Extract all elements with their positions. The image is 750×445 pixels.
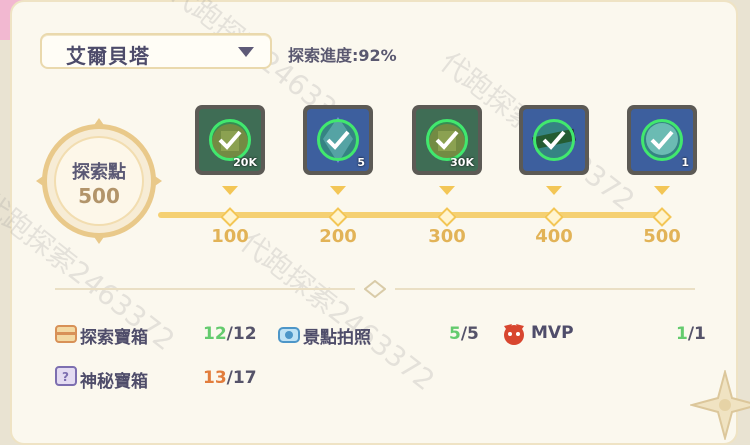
- chevron-down-icon: [238, 47, 254, 57]
- treasure-label: 探索寶箱: [80, 328, 148, 348]
- photo-label: 景點拍照: [303, 328, 371, 348]
- mystery-label: 神秘寶箱: [80, 372, 148, 392]
- milestone-points: 300: [428, 226, 466, 247]
- points-label: 探索點: [72, 162, 126, 183]
- treasure-chest-icon: [55, 325, 77, 343]
- treasure-count: 12/12: [203, 324, 257, 344]
- check-icon: [533, 119, 575, 161]
- check-icon: [426, 119, 468, 161]
- check-icon: [641, 119, 683, 161]
- mystery-chest-icon: ?: [55, 366, 77, 386]
- mvp-count: 1/1: [676, 324, 706, 344]
- camera-icon: [278, 327, 300, 343]
- photo-count: 5/5: [449, 324, 479, 344]
- mvp-label: MVP: [531, 323, 574, 343]
- chevron-down-icon: [330, 186, 346, 195]
- location-name: 艾爾貝塔: [66, 44, 150, 68]
- location-dropdown[interactable]: 艾爾貝塔: [40, 33, 272, 69]
- check-icon: [317, 119, 359, 161]
- points-value: 500: [78, 184, 120, 208]
- reward-slot-100[interactable]: 20K: [195, 105, 265, 175]
- exploration-points-medal: 探索點 500: [36, 118, 162, 244]
- reward-quantity: 5: [357, 156, 365, 169]
- compass-ornament-icon: [690, 370, 750, 440]
- section-divider: [395, 288, 695, 290]
- milestone-points: 100: [211, 226, 249, 247]
- reward-quantity: 1: [681, 156, 689, 169]
- chevron-down-icon: [222, 186, 238, 195]
- check-icon: [209, 119, 251, 161]
- svg-text:?: ?: [62, 370, 69, 384]
- milestone-points: 200: [319, 226, 357, 247]
- reward-quantity: 30K: [450, 156, 474, 169]
- divider-ornament-icon: [364, 280, 386, 298]
- chevron-down-icon: [439, 186, 455, 195]
- reward-slot-200[interactable]: 5: [303, 105, 373, 175]
- section-divider: [55, 288, 355, 290]
- chevron-down-icon: [546, 186, 562, 195]
- exploration-progress: 探索進度:92%: [288, 46, 397, 65]
- mvp-boss-icon: [504, 324, 524, 345]
- milestone-points: 400: [535, 226, 573, 247]
- reward-slot-300[interactable]: 30K: [412, 105, 482, 175]
- reward-quantity: 20K: [233, 156, 257, 169]
- mystery-count: 13/17: [203, 368, 257, 388]
- milestone-points: 500: [643, 226, 681, 247]
- reward-slot-400[interactable]: [519, 105, 589, 175]
- reward-slot-500[interactable]: 1: [627, 105, 697, 175]
- chevron-down-icon: [654, 186, 670, 195]
